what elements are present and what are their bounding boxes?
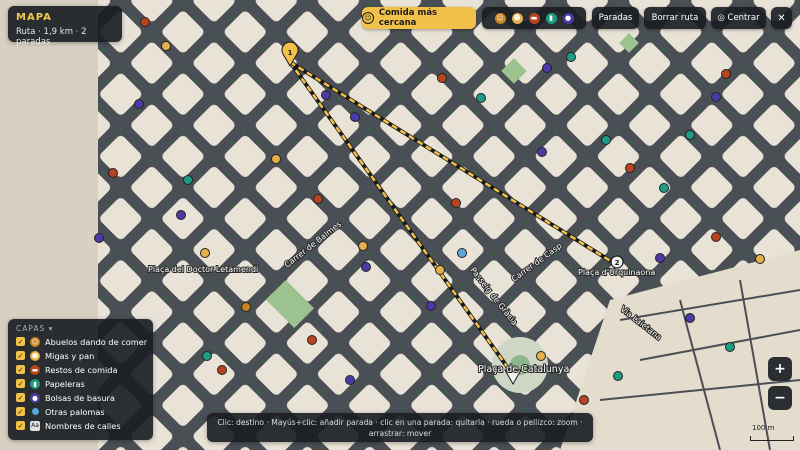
layer-label: Restos de comida <box>45 364 118 375</box>
layer-toggle-pigeons[interactable]: ✓ Otras palomas <box>16 405 105 418</box>
trash-bin-icon[interactable]: ▮ <box>545 12 557 24</box>
checkbox[interactable]: ✓ <box>16 379 25 388</box>
layer-label: Migas y pan <box>45 350 95 361</box>
layer-toggle-feeders[interactable]: ✓ ☺ Abuelos dando de comer <box>16 335 147 348</box>
layer-label: Abuelos dando de comer <box>45 336 148 347</box>
center-button[interactable]: ◎ Centrar <box>711 7 766 29</box>
close-button[interactable]: ✕ <box>771 7 792 29</box>
layer-toggle-street-names[interactable]: ✓ Aa Nombres de calles <box>16 419 121 432</box>
garbage-bag-icon[interactable]: ● <box>562 12 574 24</box>
bread-crumbs-icon[interactable]: ☻ <box>511 12 523 24</box>
layer-label: Nombres de calles <box>45 420 121 431</box>
trash-bin-icon: ▮ <box>30 378 40 389</box>
pigeon-icon <box>31 408 39 415</box>
zoom-in-button[interactable]: + <box>768 357 792 381</box>
scale-label: 100 m <box>752 424 775 432</box>
clear-route-button[interactable]: Borrar ruta <box>644 7 706 29</box>
old-man-feeding-icon[interactable]: ☺ <box>494 12 506 24</box>
food-scraps-icon: ▬ <box>30 364 40 375</box>
hint-bar: Clic: destino · Mayús+clic: añadir parad… <box>207 413 593 442</box>
bread-crumbs-icon: ☻ <box>30 350 40 361</box>
old-man-feeding-icon: ☺ <box>30 336 40 347</box>
layer-label: Papeleras <box>45 378 85 389</box>
stops-button[interactable]: Paradas <box>592 7 639 29</box>
checkbox[interactable]: ✓ <box>16 393 25 402</box>
page-title: MAPA <box>16 12 52 23</box>
map-label-urquinaona: Plaça d'Urquinaona <box>578 268 655 277</box>
layer-toggle-bins[interactable]: ✓ ▮ Papeleras <box>16 377 85 390</box>
scale-bar <box>750 436 794 441</box>
checkbox[interactable]: ✓ <box>16 365 25 374</box>
layer-toggle-bags[interactable]: ✓ ● Bolsas de basura <box>16 391 115 404</box>
stop-number: 2 <box>615 259 620 267</box>
garbage-bag-icon: ● <box>30 392 40 403</box>
layer-label: Otras palomas <box>45 406 105 417</box>
nearest-food-button[interactable]: ☺ Comida más cercana <box>362 7 476 29</box>
layers-header[interactable]: CAPAS ▾ <box>16 324 53 333</box>
route-summary: Ruta · 1,9 km · 2 paradas <box>16 27 87 47</box>
checkbox[interactable]: ✓ <box>16 407 25 416</box>
stop-number: 1 <box>288 49 293 57</box>
checkbox[interactable]: ✓ <box>16 337 25 346</box>
food-scraps-icon[interactable]: ▬ <box>528 12 540 24</box>
zoom-out-button[interactable]: − <box>768 386 792 410</box>
layer-toggle-scraps[interactable]: ✓ ▬ Restos de comida <box>16 363 118 376</box>
map-label-placa-catalunya: Plaça de Catalunya <box>478 364 569 375</box>
layer-label: Bolsas de basura <box>45 392 115 403</box>
layer-toggle-crumbs[interactable]: ✓ ☻ Migas y pan <box>16 349 94 362</box>
map-title-panel: MAPA Ruta · 1,9 km · 2 paradas <box>8 6 122 47</box>
text-label-icon: Aa <box>30 420 40 431</box>
checkbox[interactable]: ✓ <box>16 421 25 430</box>
route-stop-2-marker[interactable]: 2 <box>610 255 624 269</box>
checkbox[interactable]: ✓ <box>16 351 25 360</box>
map-label-doctor-letamendi: Plaça del Doctor Letamendi <box>148 265 258 274</box>
food-filter-group: ☺ ☻ ▬ ▮ ● <box>482 7 586 29</box>
layers-panel: CAPAS ▾ ✓ ☺ Abuelos dando de comer ✓ ☻ M… <box>8 319 153 440</box>
nearest-food-label: Comida más cercana <box>378 8 438 28</box>
pigeon-icon: ☺ <box>362 12 374 24</box>
